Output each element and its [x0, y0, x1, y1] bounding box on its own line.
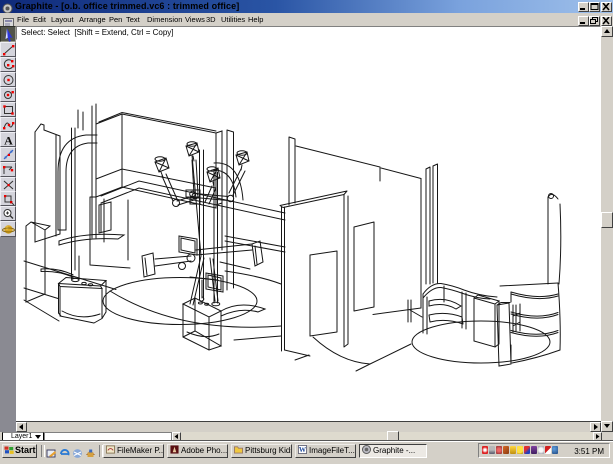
svg-text:W: W: [299, 446, 307, 454]
svg-text:A: A: [4, 134, 13, 146]
